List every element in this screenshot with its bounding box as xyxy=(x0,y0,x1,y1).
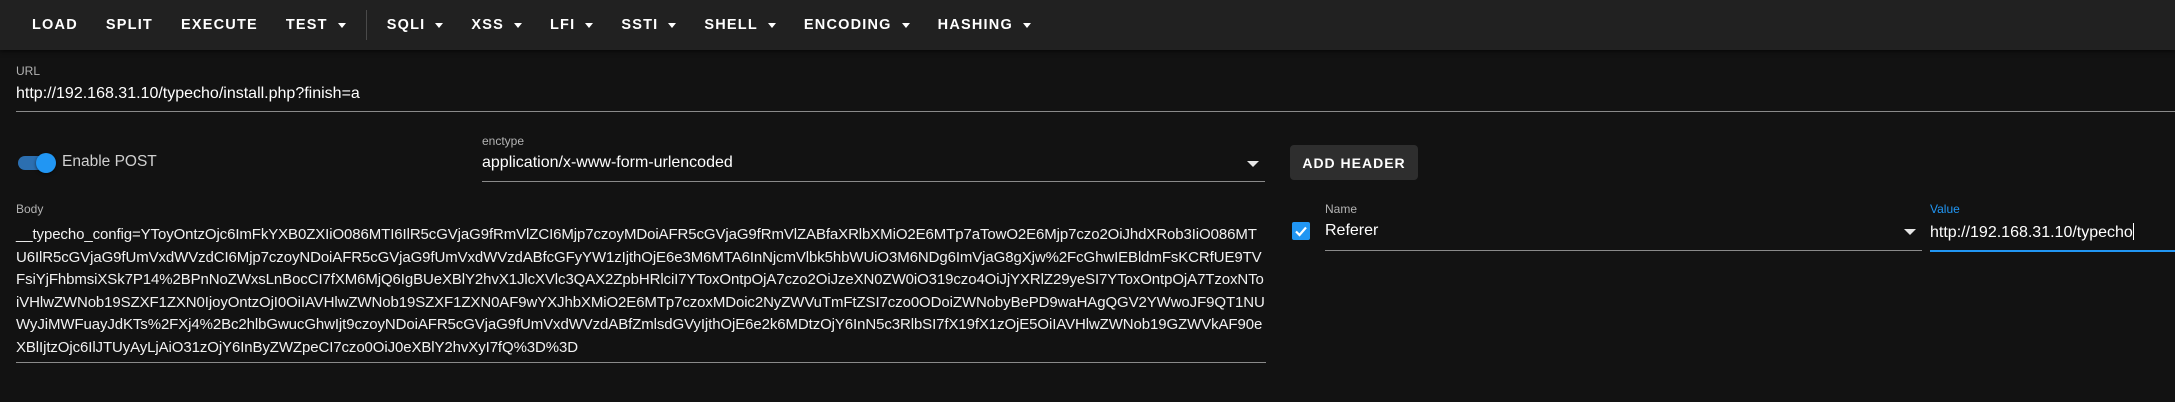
enctype-select[interactable]: enctype application/x-www-form-urlencode… xyxy=(482,134,1265,182)
toggle-thumb[interactable] xyxy=(36,153,56,173)
enctype-label: enctype xyxy=(482,134,525,148)
header-name-value: Referer xyxy=(1325,222,1379,239)
toolbar-encoding-button[interactable]: ENCODING xyxy=(790,7,924,43)
toolbar-button-label: SSTI xyxy=(621,17,659,33)
toolbar-button-label: SPLIT xyxy=(105,17,153,33)
toolbar-button-label: XSS xyxy=(471,17,504,33)
header-enabled-checkbox[interactable] xyxy=(1292,222,1310,240)
caret-down-icon xyxy=(435,22,444,28)
header-value-text: http://192.168.31.10/typecho xyxy=(1930,224,2133,241)
enable-post-label[interactable]: Enable POST xyxy=(62,153,157,171)
enable-post-toggle[interactable] xyxy=(16,151,56,175)
toolbar-ssti-button[interactable]: SSTI xyxy=(607,7,690,43)
toolbar-sqli-button[interactable]: SQLI xyxy=(373,7,458,43)
header-name-select[interactable]: Name Referer xyxy=(1325,202,1922,251)
caret-down-icon[interactable] xyxy=(1904,229,1916,235)
caret-down-icon xyxy=(585,22,594,28)
toolbar-button-label: HASHING xyxy=(937,17,1013,33)
toolbar-button-label: SHELL xyxy=(704,17,758,33)
toolbar-shell-button[interactable]: SHELL xyxy=(690,7,790,43)
toolbar-button-label: EXECUTE xyxy=(180,17,258,33)
toolbar-split-button[interactable]: SPLIT xyxy=(92,7,167,43)
body-field[interactable]: Body __typecho_config=YToyOntzOjc6ImFkYX… xyxy=(16,202,1266,363)
toolbar-hashing-button[interactable]: HASHING xyxy=(924,7,1045,43)
add-header-button[interactable]: ADD HEADER xyxy=(1290,145,1418,180)
caret-down-icon xyxy=(337,22,346,28)
toolbar: LOAD SPLIT EXECUTE TEST SQLI XSS LFI SSTI SHELL E… xyxy=(0,0,2175,50)
toolbar-button-label: ENCODING xyxy=(803,17,892,33)
enctype-value: application/x-www-form-urlencoded xyxy=(482,154,733,171)
check-icon xyxy=(1295,226,1307,237)
caret-down-icon[interactable] xyxy=(1247,161,1259,167)
toolbar-button-label: LFI xyxy=(550,17,576,33)
url-input[interactable]: http://192.168.31.10/typecho/install.php… xyxy=(16,85,2175,112)
toolbar-button-label: TEST xyxy=(285,17,328,33)
toolbar-button-label: SQLI xyxy=(386,17,426,33)
toolbar-load-button[interactable]: LOAD xyxy=(18,7,92,43)
header-name-label: Name xyxy=(1325,202,1358,216)
header-value-input[interactable]: http://192.168.31.10/typecho xyxy=(1930,223,2175,252)
text-cursor xyxy=(2132,223,2134,240)
url-field[interactable]: URL http://192.168.31.10/typecho/install… xyxy=(16,64,2175,112)
header-value-field[interactable]: Value http://192.168.31.10/typecho xyxy=(1930,202,2175,252)
caret-down-icon xyxy=(901,22,910,28)
toolbar-lfi-button[interactable]: LFI xyxy=(536,7,607,43)
body-label: Body xyxy=(16,202,44,216)
toolbar-button-label: LOAD xyxy=(32,17,78,33)
header-value-label: Value xyxy=(1930,202,1960,216)
toolbar-xss-button[interactable]: XSS xyxy=(457,7,536,43)
caret-down-icon xyxy=(514,22,522,28)
toolbar-test-button[interactable]: TEST xyxy=(272,7,360,43)
body-textarea[interactable]: __typecho_config=YToyOntzOjc6ImFkYXB0ZXI… xyxy=(16,224,1266,363)
caret-down-icon xyxy=(668,22,677,28)
caret-down-icon xyxy=(767,22,776,28)
header-name-field[interactable]: Referer xyxy=(1325,222,1922,251)
toolbar-execute-button[interactable]: EXECUTE xyxy=(167,7,272,43)
url-label: URL xyxy=(16,64,41,78)
enctype-select-field[interactable]: application/x-www-form-urlencoded xyxy=(482,154,1265,182)
toolbar-separator xyxy=(365,10,367,40)
caret-down-icon xyxy=(1022,22,1031,28)
